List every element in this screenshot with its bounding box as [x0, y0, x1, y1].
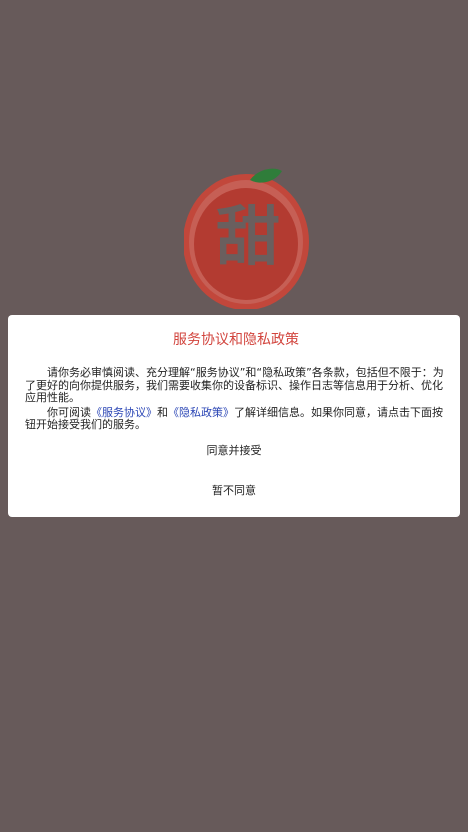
privacy-dialog: 服务协议和隐私政策 请你务必审慎阅读、充分理解“服务协议”和“隐私政策”各条款，… [8, 315, 460, 517]
logo-character: 甜 [216, 200, 280, 275]
dialog-title: 服务协议和隐私政策 [173, 332, 299, 348]
paragraph-2-prefix: 你可阅读 [47, 405, 91, 419]
agree-button[interactable]: 同意并接受 [8, 444, 460, 458]
splash-screen: 甜 服务协议和隐私政策 请你务必审慎阅读、充分理解“服务协议”和“隐私政策”各条… [0, 0, 468, 832]
paragraph-2-and: 和 [157, 405, 168, 419]
dialog-body: 请你务必审慎阅读、充分理解“服务协议”和“隐私政策”各条款，包括但不限于：为了更… [25, 366, 447, 432]
privacy-policy-link[interactable]: 《隐私政策》 [168, 406, 234, 419]
disagree-button[interactable]: 暂不同意 [8, 484, 460, 498]
service-agreement-link[interactable]: 《服务协议》 [91, 406, 157, 419]
dialog-paragraph-2: 你可阅读《服务协议》和《隐私政策》了解详细信息。如果你同意，请点击下面按钮开始接… [25, 405, 447, 432]
dialog-paragraph-1: 请你务必审慎阅读、充分理解“服务协议”和“隐私政策”各条款，包括但不限于：为了更… [25, 366, 444, 404]
app-logo: 甜 [184, 167, 312, 309]
